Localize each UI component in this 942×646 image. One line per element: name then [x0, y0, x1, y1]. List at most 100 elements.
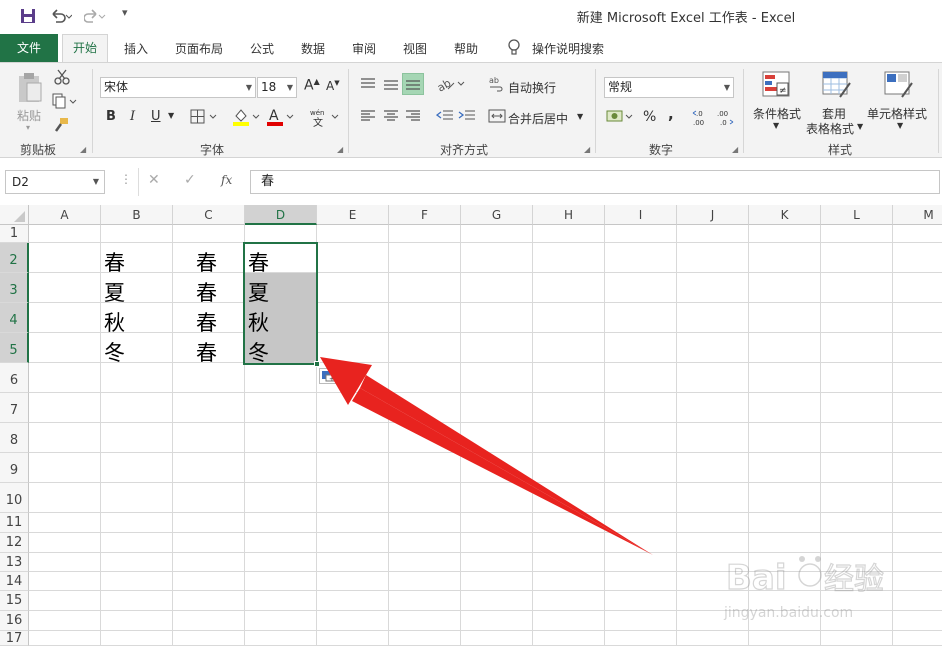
tell-me-search[interactable]: 操作说明搜索	[532, 40, 604, 57]
italic-button[interactable]: I	[130, 109, 135, 124]
font-name-value: 宋体	[104, 80, 129, 94]
svg-text:.0: .0	[720, 119, 727, 126]
decrease-decimal-icon[interactable]: .00.0	[716, 108, 736, 130]
conditional-formatting-button[interactable]: 条件格式	[753, 105, 801, 122]
alignment-launcher-icon[interactable]: ◢	[584, 145, 590, 154]
svg-text:jingyan.baidu.com: jingyan.baidu.com	[723, 605, 853, 621]
borders-icon[interactable]	[190, 109, 220, 129]
paste-icon[interactable]	[16, 71, 44, 109]
clipboard-launcher-icon[interactable]: ◢	[80, 145, 86, 154]
tab-formulas[interactable]: 公式	[250, 40, 274, 57]
underline-button[interactable]: U	[151, 109, 161, 124]
tab-home[interactable]: 开始	[62, 34, 108, 62]
merge-center-icon[interactable]	[488, 109, 506, 127]
insert-function-button[interactable]: fx	[221, 173, 232, 187]
separator	[348, 69, 349, 153]
svg-text:ab: ab	[436, 76, 453, 93]
merge-center-button[interactable]: 合并后居中	[508, 110, 568, 127]
paste-label[interactable]: 粘贴	[17, 107, 41, 124]
formula-input[interactable]: 春	[250, 170, 940, 194]
phonetic-guide-icon[interactable]: wén 文	[308, 107, 340, 131]
formula-bar: D2 ▼ ⋮ ✕ ✓ fx 春	[0, 158, 942, 200]
conditional-formatting-icon[interactable]: ≠	[762, 71, 792, 103]
align-top-icon[interactable]	[360, 77, 376, 95]
fill-color-icon[interactable]	[232, 107, 262, 131]
clipboard-group-label: 剪贴板	[20, 143, 57, 157]
name-box[interactable]: D2 ▼	[5, 170, 105, 194]
tab-help[interactable]: 帮助	[454, 40, 478, 57]
increase-font-size-icon[interactable]: A▲	[304, 77, 320, 94]
percent-button[interactable]: %	[643, 109, 656, 125]
format-as-table-icon[interactable]	[822, 71, 852, 103]
format-as-table-line2[interactable]: 表格格式	[806, 120, 854, 137]
align-bottom-icon[interactable]	[402, 73, 424, 95]
align-center-icon[interactable]	[383, 109, 399, 127]
number-format-combo[interactable]: 常规 ▼	[604, 77, 734, 98]
number-group-label: 数字	[649, 143, 674, 157]
chevron-down-icon: ▼	[245, 83, 252, 92]
svg-text:ab: ab	[489, 76, 499, 85]
title-bar: ▾ 新建 Microsoft Excel 工作表 - Excel	[0, 0, 942, 34]
styles-group-label: 样式	[828, 143, 853, 157]
svg-text:A: A	[269, 108, 279, 124]
cell-styles-button[interactable]: 单元格样式	[867, 105, 927, 122]
svg-text:wén: wén	[310, 109, 324, 117]
cancel-icon[interactable]: ✕	[148, 172, 160, 188]
increase-decimal-icon[interactable]: .0.00	[692, 108, 712, 130]
enter-icon[interactable]: ✓	[184, 172, 196, 188]
font-size-combo[interactable]: 18 ▼	[257, 77, 297, 98]
tab-review[interactable]: 审阅	[352, 40, 376, 57]
increase-indent-icon[interactable]	[458, 109, 476, 127]
tab-page-layout[interactable]: 页面布局	[175, 40, 223, 57]
chevron-down-icon: ▼	[723, 83, 730, 92]
align-right-icon[interactable]	[405, 109, 421, 127]
tab-data[interactable]: 数据	[301, 40, 325, 57]
cell-styles-dropdown-icon[interactable]: ▼	[897, 121, 903, 130]
cell-styles-icon[interactable]	[884, 71, 914, 103]
bold-button[interactable]: B	[106, 109, 116, 124]
accounting-format-icon[interactable]	[606, 108, 636, 130]
svg-text:经验: 经验	[824, 562, 884, 597]
font-launcher-icon[interactable]: ◢	[337, 145, 343, 154]
font-color-icon[interactable]: A	[266, 107, 296, 131]
cut-icon[interactable]	[54, 69, 70, 89]
format-painter-icon[interactable]	[53, 117, 69, 137]
decrease-font-size-icon[interactable]: A▼	[326, 79, 340, 93]
svg-text:Bai: Bai	[726, 558, 787, 598]
comma-button[interactable]: ,	[668, 105, 674, 123]
separator	[595, 69, 596, 153]
baidu-watermark-logo: Bai 经验 jingyan.baidu.com	[723, 556, 885, 621]
watermark: Bai 经验 jingyan.baidu.com	[722, 545, 922, 625]
paste-dropdown-icon[interactable]: ▾	[26, 123, 30, 132]
align-left-icon[interactable]	[360, 109, 376, 127]
tab-insert[interactable]: 插入	[124, 40, 148, 57]
font-name-combo[interactable]: 宋体 ▼	[100, 77, 256, 98]
tab-file[interactable]: 文件	[0, 34, 58, 62]
orientation-icon[interactable]: ab	[435, 75, 466, 97]
separator	[938, 69, 939, 153]
separator	[743, 69, 744, 153]
chevron-down-icon: ▼	[92, 177, 99, 186]
conditional-dropdown-icon[interactable]: ▼	[773, 121, 779, 130]
number-launcher-icon[interactable]: ◢	[732, 145, 738, 154]
merge-dropdown-icon[interactable]: ▼	[577, 112, 583, 121]
window-title: 新建 Microsoft Excel 工作表 - Excel	[576, 11, 796, 26]
ribbon-tabs: 文件 开始 插入 页面布局 公式 数据 审阅 视图 帮助 操作说明搜索	[0, 34, 942, 62]
wrap-text-button[interactable]: 自动换行	[508, 79, 556, 96]
name-box-value: D2	[12, 175, 29, 189]
underline-dropdown-icon[interactable]: ▼	[168, 111, 174, 120]
chevron-down-icon: ▼	[286, 83, 293, 92]
alignment-group-label: 对齐方式	[440, 143, 489, 157]
worksheet-grid[interactable]: ABCDEFGHIJKLM 1 2 3 4 5 6 7 8 9 10 11 12 13 14 15 16 17 …	[0, 205, 942, 646]
svg-text:.0: .0	[696, 110, 703, 118]
formula-bar-grip-icon[interactable]: ⋮	[120, 172, 132, 186]
svg-text:≠: ≠	[779, 86, 787, 96]
copy-icon[interactable]	[52, 93, 78, 113]
svg-text:.00: .00	[717, 110, 728, 118]
font-size-value: 18	[261, 80, 277, 94]
wrap-text-icon[interactable]: ab	[488, 75, 506, 97]
align-middle-icon[interactable]	[383, 77, 399, 95]
tab-view[interactable]: 视图	[403, 40, 427, 57]
format-as-table-dropdown-icon[interactable]: ▼	[857, 122, 863, 131]
decrease-indent-icon[interactable]	[435, 109, 454, 127]
